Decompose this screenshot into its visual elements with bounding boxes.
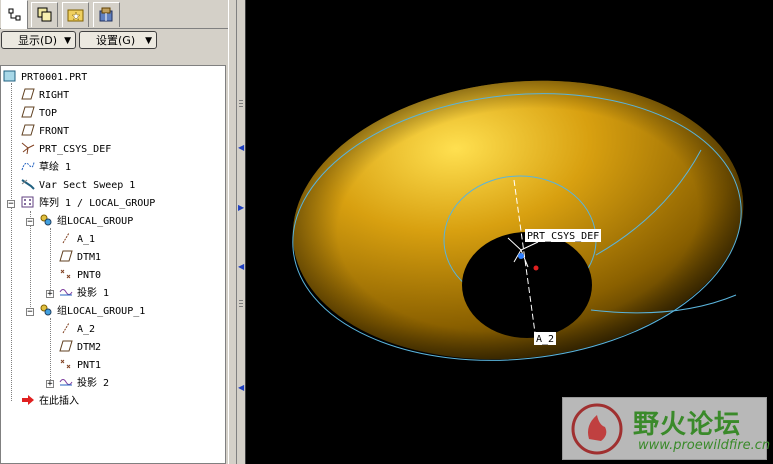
pattern-icon [21, 196, 34, 208]
watermark-title: 野火论坛 [633, 410, 742, 440]
datum-plane-icon [21, 124, 35, 136]
tree-item-sweep[interactable]: Var Sect Sweep 1 [21, 177, 135, 194]
tree-line [50, 318, 51, 384]
collapse-left-icon[interactable]: ◀ [238, 383, 244, 392]
datum-point-icon [60, 359, 71, 369]
tree-item-pnt0[interactable]: PNT0 [59, 267, 101, 284]
tree-item-pnt1[interactable]: PNT1 [59, 357, 101, 374]
group-icon [40, 304, 52, 316]
datum-point-icon [60, 269, 71, 279]
sketch-icon [21, 161, 35, 171]
tree-item-axis-a2[interactable]: A_2 [59, 321, 95, 338]
display-label: 显示(D) [18, 34, 58, 47]
display-dropdown[interactable]: 显示(D) ▼ [1, 31, 76, 49]
folder-star-icon [67, 9, 84, 22]
insert-arrow-icon [22, 395, 34, 405]
tree-line [50, 228, 51, 294]
tree-item-sketch[interactable]: 草绘 1 [21, 159, 71, 176]
expand-toggle[interactable]: + [46, 380, 54, 389]
collapse-left-icon[interactable]: ◀ [238, 143, 244, 152]
collapse-left-icon[interactable]: ◀ [238, 262, 244, 271]
navigator-tab-bar [0, 0, 228, 29]
layers-icon [37, 7, 52, 22]
model-tree-tab[interactable] [1, 0, 28, 29]
tree-item-pattern[interactable]: 阵列 1 / LOCAL_GROUP [21, 195, 155, 212]
panel-splitter[interactable]: ◀ ▶ ◀ ◀ [237, 0, 246, 464]
tools-tab[interactable] [93, 2, 120, 27]
splitter-grip [239, 306, 243, 307]
forum-watermark: 野火论坛 www.proewildfire.cn [562, 397, 771, 460]
settings-label: 设置(G) [96, 34, 136, 47]
tree-scrollbar[interactable] [228, 0, 237, 464]
tree-item-group[interactable]: 组LOCAL_GROUP [39, 213, 133, 230]
tree-item-group-1[interactable]: 组LOCAL_GROUP_1 [39, 303, 145, 320]
tools-icon [99, 7, 113, 22]
projection-icon [59, 289, 73, 296]
splitter-grip [239, 300, 243, 301]
collapse-toggle[interactable]: − [7, 200, 15, 209]
splitter-grip [239, 303, 243, 304]
expand-toggle[interactable]: + [46, 290, 54, 299]
datum-plane-icon [21, 88, 35, 100]
datum-plane-icon [59, 340, 73, 352]
collapse-toggle[interactable]: − [26, 308, 34, 317]
axis-label: A_2 [536, 334, 554, 345]
sweep-icon [21, 179, 35, 190]
datum-plane-icon [59, 250, 73, 262]
group-icon [40, 214, 52, 226]
tree-item-top[interactable]: TOP [21, 105, 57, 122]
tree-item-dtm1[interactable]: DTM1 [59, 249, 101, 266]
watermark-url: www.proewildfire.cn [638, 438, 771, 453]
datum-plane-icon [21, 106, 35, 118]
tree-item-dtm2[interactable]: DTM2 [59, 339, 101, 356]
chevron-down-icon: ▼ [145, 36, 152, 46]
tree-line [11, 83, 12, 401]
bowl-hole [462, 232, 592, 338]
layers-tab[interactable] [31, 2, 58, 27]
tree-item-axis-a1[interactable]: A_1 [59, 231, 95, 248]
fire-logo-icon [571, 403, 623, 455]
axis-icon [62, 322, 70, 334]
part-icon [3, 70, 16, 82]
tree-item-front[interactable]: FRONT [21, 123, 69, 140]
tree-item-root[interactable]: PRT0001.PRT [3, 69, 87, 86]
tree-item-projection-1[interactable]: 投影 1 [59, 285, 109, 302]
axis-icon [62, 232, 70, 244]
splitter-grip [239, 103, 243, 104]
model-tree: PRT0001.PRT RIGHT TOP FRONT PRT_CSYS_DEF… [0, 65, 226, 464]
navigator-toolbar: 显示(D) ▼ 设置(G) ▼ [0, 29, 228, 51]
collapse-toggle[interactable]: − [26, 218, 34, 227]
tree-item-right[interactable]: RIGHT [21, 87, 69, 104]
coordinate-system-icon [21, 142, 35, 154]
splitter-grip [239, 100, 243, 101]
projection-icon [59, 379, 73, 386]
splitter-grip [239, 106, 243, 107]
settings-dropdown[interactable]: 设置(G) ▼ [79, 31, 157, 49]
csys-label: PRT_CSYS_DEF [527, 231, 599, 242]
tree-item-csys[interactable]: PRT_CSYS_DEF [21, 141, 111, 158]
model-render: PRT_CSYS_DEF A_2 [292, 80, 744, 361]
tree-item-insert-here[interactable]: 在此插入 [21, 393, 79, 410]
favorites-tab[interactable] [62, 2, 89, 27]
chevron-down-icon: ▼ [64, 36, 71, 46]
expand-right-icon[interactable]: ▶ [238, 203, 244, 212]
tree-header-spacer [0, 52, 228, 65]
tree-item-projection-2[interactable]: 投影 2 [59, 375, 109, 392]
graphics-viewport[interactable]: PRT_CSYS_DEF A_2 [246, 0, 773, 464]
tree-icon [8, 8, 21, 21]
